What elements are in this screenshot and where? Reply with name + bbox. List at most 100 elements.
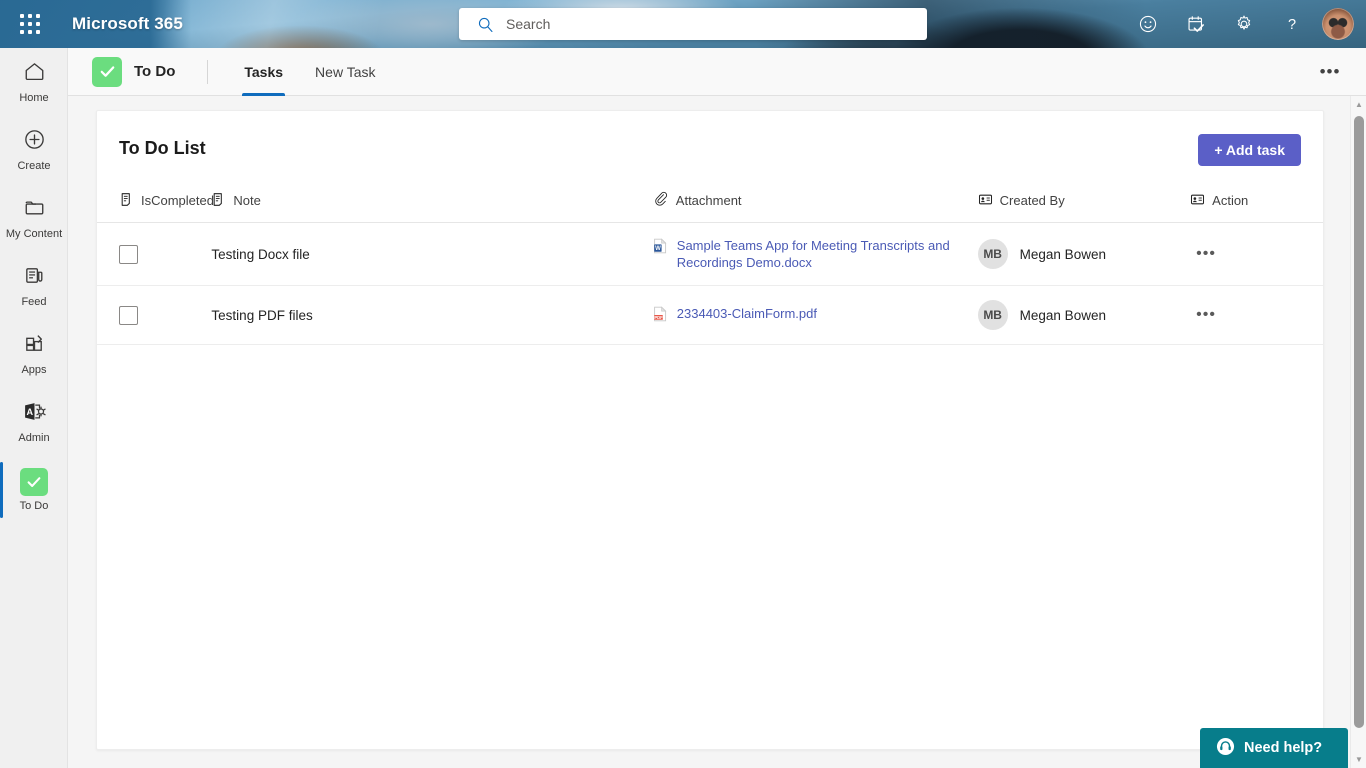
column-header-iscompleted[interactable]: IsCompleted (97, 185, 214, 223)
folder-icon (23, 196, 46, 224)
sidebar-item-label: Apps (21, 364, 47, 376)
row-overflow-menu[interactable]: ••• (1190, 307, 1222, 323)
left-rail: Home Create My Content Feed Apps A Admin… (0, 48, 68, 768)
table-row[interactable]: Testing PDF files PDF 2334403-ClaimForm.… (97, 285, 1323, 345)
app-launcher-icon[interactable] (18, 12, 42, 36)
page-scrollbar[interactable]: ▲ ▼ (1350, 96, 1366, 768)
sidebar-item-label: My Content (5, 228, 63, 240)
row-checkbox-cell (97, 285, 212, 345)
feedback-icon[interactable] (1124, 0, 1172, 48)
page-title: To Do (134, 63, 176, 80)
table-body: Testing Docx file W Sample Teams App for… (97, 222, 1323, 345)
note-icon (211, 192, 226, 210)
row-note: Testing PDF files (211, 285, 653, 345)
column-header-note[interactable]: Note (211, 185, 653, 223)
content-area: To Do List + Add task IsCompleted Note A… (68, 96, 1366, 768)
admin-icon: A (22, 400, 47, 428)
sidebar-item-admin[interactable]: A Admin (0, 388, 68, 456)
scroll-down-arrow[interactable]: ▼ (1351, 751, 1366, 768)
app-identity: To Do (92, 56, 176, 87)
home-icon (23, 60, 46, 88)
plus-circle-icon (23, 128, 46, 156)
help-icon[interactable]: ? (1268, 0, 1316, 48)
gear-icon[interactable] (1220, 0, 1268, 48)
row-action-cell: ••• (1190, 222, 1323, 286)
sidebar-item-feed[interactable]: Feed (0, 252, 68, 320)
feed-icon (23, 264, 46, 292)
search-input[interactable] (506, 16, 906, 32)
created-by-name: Megan Bowen (1019, 246, 1106, 262)
column-label: Action (1212, 193, 1249, 208)
tab-new-task[interactable]: New Task (301, 48, 389, 96)
svg-text:A: A (26, 407, 33, 417)
avatar[interactable] (1322, 8, 1354, 40)
column-header-action[interactable]: Action (1190, 185, 1323, 223)
calendar-check-icon[interactable] (1172, 0, 1220, 48)
person-card-icon (1190, 192, 1205, 210)
column-label: IsCompleted (141, 193, 214, 208)
note-icon (119, 192, 134, 210)
list-title: To Do List (119, 137, 206, 158)
svg-text:W: W (655, 246, 661, 252)
column-label: Note (233, 193, 261, 208)
card-header: To Do List + Add task (97, 111, 1323, 185)
add-task-button[interactable]: + Add task (1198, 134, 1301, 166)
row-attachment-cell: W Sample Teams App for Meeting Transcrip… (652, 222, 978, 286)
word-document-icon: W (653, 238, 668, 257)
row-attachment-cell: PDF 2334403-ClaimForm.pdf (652, 285, 978, 345)
app-tabs: Tasks New Task (230, 48, 389, 96)
sidebar-item-label: Create (17, 160, 51, 172)
row-checkbox-cell (97, 222, 212, 286)
sidebar-item-to-do[interactable]: To Do (0, 456, 68, 524)
row-created-by-cell: MB Megan Bowen (977, 285, 1191, 345)
sidebar-item-label: To Do (19, 500, 49, 512)
table-row[interactable]: Testing Docx file W Sample Teams App for… (97, 222, 1323, 286)
person-card-icon (978, 192, 993, 210)
column-header-created-by[interactable]: Created By (977, 185, 1191, 223)
app-header: To Do Tasks New Task ••• (68, 48, 1366, 96)
row-note: Testing Docx file (211, 222, 653, 286)
sidebar-item-label: Feed (21, 296, 47, 308)
table-header: IsCompleted Note Attachment Created By A… (97, 185, 1323, 223)
tasks-table: IsCompleted Note Attachment Created By A… (97, 185, 1323, 345)
created-by-name: Megan Bowen (1019, 307, 1106, 323)
column-label: Created By (999, 193, 1065, 208)
sidebar-item-create[interactable]: Create (0, 116, 68, 184)
sidebar-item-apps[interactable]: Apps (0, 320, 68, 388)
pdf-document-icon: PDF (653, 306, 668, 325)
apps-icon (23, 332, 46, 360)
attachment-link[interactable]: 2334403-ClaimForm.pdf (677, 305, 817, 322)
need-help-button[interactable]: Need help? (1200, 728, 1348, 768)
suite-actions: ? (1124, 0, 1366, 48)
sidebar-item-home[interactable]: Home (0, 48, 68, 116)
scrollbar-thumb[interactable] (1354, 116, 1364, 728)
tab-tasks[interactable]: Tasks (230, 48, 297, 96)
avatar: MB (977, 300, 1008, 330)
iscompleted-checkbox[interactable] (119, 244, 138, 264)
sidebar-item-my-content[interactable]: My Content (0, 184, 68, 252)
svg-text:?: ? (1288, 17, 1296, 33)
svg-text:PDF: PDF (654, 315, 663, 320)
sidebar-item-label: Admin (18, 432, 50, 444)
sidebar-item-label: Home (19, 92, 49, 104)
column-label: Attachment (675, 193, 742, 208)
avatar: MB (977, 239, 1008, 269)
suite-brand-label[interactable]: Microsoft 365 (72, 0, 183, 48)
todo-check-icon (20, 468, 48, 496)
scroll-up-arrow[interactable]: ▲ (1351, 96, 1366, 113)
row-created-by-cell: MB Megan Bowen (977, 222, 1191, 286)
column-header-attachment[interactable]: Attachment (652, 185, 978, 223)
iscompleted-checkbox[interactable] (119, 305, 138, 325)
search-icon (477, 16, 494, 33)
suite-header: Microsoft 365 Search ? (0, 0, 1366, 48)
app-overflow-menu[interactable]: ••• (1314, 56, 1346, 88)
todo-check-icon (92, 56, 122, 87)
row-action-cell: ••• (1190, 285, 1323, 345)
attachment-link[interactable]: Sample Teams App for Meeting Transcripts… (677, 237, 978, 271)
row-overflow-menu[interactable]: ••• (1190, 246, 1222, 262)
todo-list-card: To Do List + Add task IsCompleted Note A… (96, 110, 1324, 750)
paperclip-icon (653, 191, 669, 210)
need-help-label: Need help? (1244, 740, 1323, 756)
header-divider (207, 59, 209, 84)
search-box[interactable] (459, 8, 927, 40)
